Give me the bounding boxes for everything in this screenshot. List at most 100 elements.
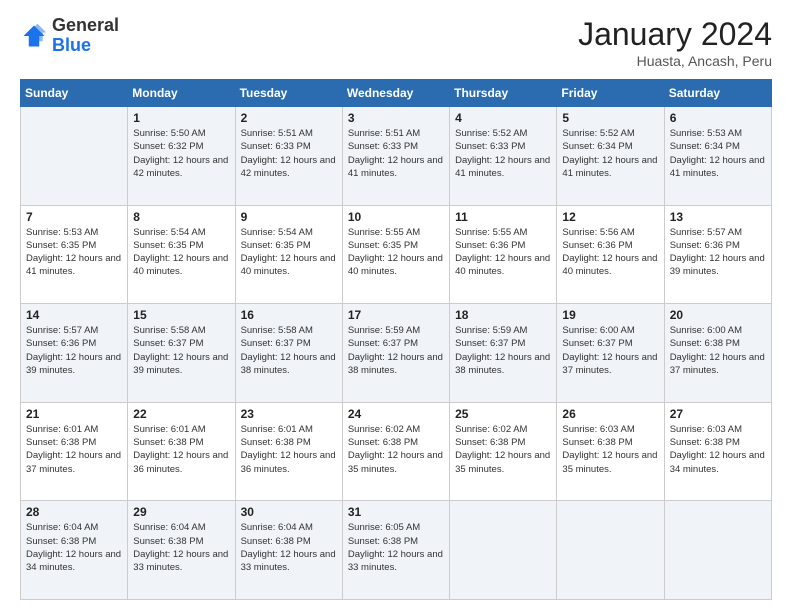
day-number: 30 <box>241 505 337 519</box>
day-info: Sunrise: 5:51 AMSunset: 6:33 PMDaylight:… <box>348 127 444 180</box>
col-friday: Friday <box>557 80 664 107</box>
day-number: 18 <box>455 308 551 322</box>
day-number: 16 <box>241 308 337 322</box>
table-row: 25 Sunrise: 6:02 AMSunset: 6:38 PMDayligh… <box>450 402 557 501</box>
page: General Blue January 2024 Huasta, Ancash… <box>0 0 792 612</box>
day-number: 19 <box>562 308 658 322</box>
subtitle: Huasta, Ancash, Peru <box>578 53 772 69</box>
day-number: 14 <box>26 308 122 322</box>
table-row: 14Sunrise: 5:57 AMSunset: 6:36 PMDayligh… <box>21 304 128 403</box>
table-row: 19Sunrise: 6:00 AMSunset: 6:37 PMDayligh… <box>557 304 664 403</box>
day-number: 23 <box>241 407 337 421</box>
day-number: 10 <box>348 210 444 224</box>
table-row: 29 Sunrise: 6:04 AMSunset: 6:38 PMDayligh… <box>128 501 235 600</box>
day-number: 27 <box>670 407 766 421</box>
day-number: 3 <box>348 111 444 125</box>
table-row: 12 Sunrise: 5:56 AMSunset: 6:36 PMDayligh… <box>557 205 664 304</box>
day-info: Sunrise: 6:02 AMSunset: 6:38 PMDaylight:… <box>455 423 551 476</box>
table-row: 21 Sunrise: 6:01 AMSunset: 6:38 PMDayligh… <box>21 402 128 501</box>
table-row: 24 Sunrise: 6:02 AMSunset: 6:38 PMDayligh… <box>342 402 449 501</box>
day-info: Sunrise: 5:52 AMSunset: 6:34 PMDaylight:… <box>562 127 658 180</box>
day-number: 15 <box>133 308 229 322</box>
day-number: 17 <box>348 308 444 322</box>
day-info: Sunrise: 6:04 AMSunset: 6:38 PMDaylight:… <box>241 521 337 574</box>
day-number: 24 <box>348 407 444 421</box>
day-info: Sunrise: 5:50 AMSunset: 6:32 PMDaylight:… <box>133 127 229 180</box>
table-row: 17 Sunrise: 5:59 AMSunset: 6:37 PMDayligh… <box>342 304 449 403</box>
table-row: 8Sunrise: 5:54 AMSunset: 6:35 PMDaylight… <box>128 205 235 304</box>
table-row: 3 Sunrise: 5:51 AMSunset: 6:33 PMDaylight… <box>342 107 449 206</box>
calendar-table: Sunday Monday Tuesday Wednesday Thursday… <box>20 79 772 600</box>
title-block: January 2024 Huasta, Ancash, Peru <box>578 16 772 69</box>
table-row: 11Sunrise: 5:55 AMSunset: 6:36 PMDayligh… <box>450 205 557 304</box>
day-number: 13 <box>670 210 766 224</box>
day-number: 22 <box>133 407 229 421</box>
day-info: Sunrise: 6:04 AMSunset: 6:38 PMDaylight:… <box>133 521 229 574</box>
col-wednesday: Wednesday <box>342 80 449 107</box>
table-row: 20 Sunrise: 6:00 AMSunset: 6:38 PMDayligh… <box>664 304 771 403</box>
day-info: Sunrise: 5:57 AMSunset: 6:36 PMDaylight:… <box>670 226 766 279</box>
logo: General Blue <box>20 16 119 56</box>
table-row: 2 Sunrise: 5:51 AMSunset: 6:33 PMDaylight… <box>235 107 342 206</box>
day-info: Sunrise: 5:56 AMSunset: 6:36 PMDaylight:… <box>562 226 658 279</box>
day-number: 25 <box>455 407 551 421</box>
logo-blue: Blue <box>52 35 91 55</box>
table-row: 5Sunrise: 5:52 AMSunset: 6:34 PMDaylight… <box>557 107 664 206</box>
day-info: Sunrise: 6:04 AMSunset: 6:38 PMDaylight:… <box>26 521 122 574</box>
table-row: 4Sunrise: 5:52 AMSunset: 6:33 PMDaylight… <box>450 107 557 206</box>
table-row <box>557 501 664 600</box>
day-info: Sunrise: 5:53 AMSunset: 6:34 PMDaylight:… <box>670 127 766 180</box>
day-info: Sunrise: 5:54 AMSunset: 6:35 PMDaylight:… <box>241 226 337 279</box>
table-row: 6 Sunrise: 5:53 AMSunset: 6:34 PMDaylight… <box>664 107 771 206</box>
table-row: 22 Sunrise: 6:01 AMSunset: 6:38 PMDayligh… <box>128 402 235 501</box>
calendar-week-2: 7Sunrise: 5:53 AMSunset: 6:35 PMDaylight… <box>21 205 772 304</box>
day-info: Sunrise: 5:59 AMSunset: 6:37 PMDaylight:… <box>348 324 444 377</box>
day-info: Sunrise: 5:51 AMSunset: 6:33 PMDaylight:… <box>241 127 337 180</box>
table-row <box>450 501 557 600</box>
table-row: 13 Sunrise: 5:57 AMSunset: 6:36 PMDayligh… <box>664 205 771 304</box>
table-row: 7Sunrise: 5:53 AMSunset: 6:35 PMDaylight… <box>21 205 128 304</box>
table-row: 10 Sunrise: 5:55 AMSunset: 6:35 PMDayligh… <box>342 205 449 304</box>
table-row: 31Sunrise: 6:05 AMSunset: 6:38 PMDayligh… <box>342 501 449 600</box>
day-number: 12 <box>562 210 658 224</box>
main-title: January 2024 <box>578 16 772 53</box>
day-info: Sunrise: 5:55 AMSunset: 6:36 PMDaylight:… <box>455 226 551 279</box>
table-row <box>21 107 128 206</box>
day-number: 20 <box>670 308 766 322</box>
calendar-week-4: 21 Sunrise: 6:01 AMSunset: 6:38 PMDayligh… <box>21 402 772 501</box>
day-number: 6 <box>670 111 766 125</box>
table-row: 23 Sunrise: 6:01 AMSunset: 6:38 PMDayligh… <box>235 402 342 501</box>
logo-general: General <box>52 15 119 35</box>
day-number: 1 <box>133 111 229 125</box>
day-info: Sunrise: 5:53 AMSunset: 6:35 PMDaylight:… <box>26 226 122 279</box>
table-row: 1 Sunrise: 5:50 AMSunset: 6:32 PMDaylight… <box>128 107 235 206</box>
day-info: Sunrise: 5:55 AMSunset: 6:35 PMDaylight:… <box>348 226 444 279</box>
col-saturday: Saturday <box>664 80 771 107</box>
day-number: 29 <box>133 505 229 519</box>
day-info: Sunrise: 6:03 AMSunset: 6:38 PMDaylight:… <box>562 423 658 476</box>
col-sunday: Sunday <box>21 80 128 107</box>
col-tuesday: Tuesday <box>235 80 342 107</box>
day-info: Sunrise: 6:00 AMSunset: 6:38 PMDaylight:… <box>670 324 766 377</box>
day-number: 26 <box>562 407 658 421</box>
table-row: 28 Sunrise: 6:04 AMSunset: 6:38 PMDayligh… <box>21 501 128 600</box>
col-monday: Monday <box>128 80 235 107</box>
table-row: 26 Sunrise: 6:03 AMSunset: 6:38 PMDayligh… <box>557 402 664 501</box>
day-number: 2 <box>241 111 337 125</box>
day-number: 28 <box>26 505 122 519</box>
day-info: Sunrise: 6:01 AMSunset: 6:38 PMDaylight:… <box>241 423 337 476</box>
day-info: Sunrise: 5:59 AMSunset: 6:37 PMDaylight:… <box>455 324 551 377</box>
logo-text: General Blue <box>52 16 119 56</box>
logo-icon <box>20 22 48 50</box>
day-info: Sunrise: 6:02 AMSunset: 6:38 PMDaylight:… <box>348 423 444 476</box>
table-row: 9Sunrise: 5:54 AMSunset: 6:35 PMDaylight… <box>235 205 342 304</box>
day-info: Sunrise: 6:01 AMSunset: 6:38 PMDaylight:… <box>26 423 122 476</box>
day-info: Sunrise: 6:01 AMSunset: 6:38 PMDaylight:… <box>133 423 229 476</box>
day-number: 21 <box>26 407 122 421</box>
calendar-header-row: Sunday Monday Tuesday Wednesday Thursday… <box>21 80 772 107</box>
day-info: Sunrise: 5:52 AMSunset: 6:33 PMDaylight:… <box>455 127 551 180</box>
table-row: 16Sunrise: 5:58 AMSunset: 6:37 PMDayligh… <box>235 304 342 403</box>
day-info: Sunrise: 6:05 AMSunset: 6:38 PMDaylight:… <box>348 521 444 574</box>
calendar-week-5: 28 Sunrise: 6:04 AMSunset: 6:38 PMDayligh… <box>21 501 772 600</box>
table-row: 27Sunrise: 6:03 AMSunset: 6:38 PMDayligh… <box>664 402 771 501</box>
